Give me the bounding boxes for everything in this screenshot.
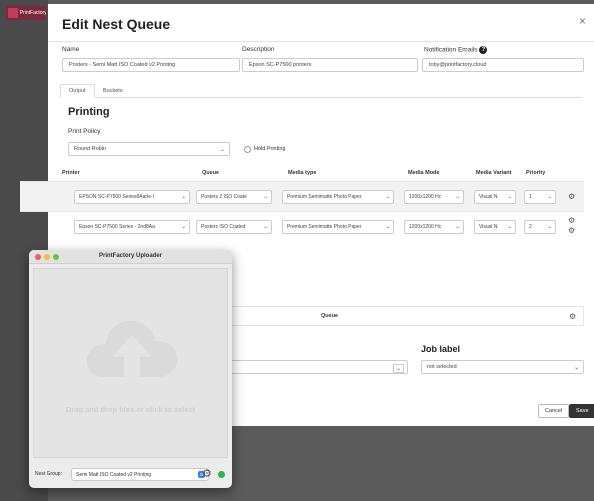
queue-value: Posters ISO Coated xyxy=(201,224,246,230)
media-mode-value: 1200x1200 Hc xyxy=(409,194,442,200)
column-header-media-mode: Media Mode xyxy=(408,170,440,176)
priority-select[interactable]: 1 ⌄ xyxy=(524,190,556,204)
file-dropzone[interactable]: Drag and drop files or click to select xyxy=(33,268,228,458)
settings-gear-icon[interactable]: ⚙ xyxy=(202,467,212,480)
printing-section-title: Printing xyxy=(68,106,110,118)
gear-icon[interactable]: ⚙ xyxy=(568,192,575,201)
chevron-down-icon: ⌄ xyxy=(455,224,460,230)
nest-group-label: Nest Group: xyxy=(35,471,62,477)
uploader-titlebar[interactable]: PrintFactory Uploader xyxy=(29,250,232,264)
print-policy-select[interactable]: Round Robin ⌄ xyxy=(68,142,230,156)
tab-bar: Output Buckets xyxy=(60,84,582,98)
queue-value: Posters 2 ISO Coate xyxy=(201,194,247,200)
tab-output[interactable]: Output xyxy=(60,84,95,98)
table-row: Epson SC-P7500 Series - 2nd8Aa ⌄ Posters … xyxy=(20,211,584,241)
gear-icon[interactable]: ⚙ xyxy=(569,312,576,321)
chevron-down-icon: ⌄ xyxy=(385,224,390,230)
cancel-button[interactable]: Cancel xyxy=(538,404,570,418)
printers-table: Printer Queue Media type Media Mode Medi… xyxy=(20,166,584,244)
uploader-window: PrintFactory Uploader Drag and drop file… xyxy=(29,250,232,488)
media-variant-select[interactable]: Visual N ⌄ xyxy=(474,220,516,234)
chevron-down-icon: ⌄ xyxy=(507,194,512,200)
uploader-title: PrintFactory Uploader xyxy=(98,253,162,259)
chevron-down-icon: ⌄ xyxy=(455,194,460,200)
hold-printing-checkbox[interactable] xyxy=(244,146,251,153)
drop-instructions: Drag and drop files or click to select xyxy=(65,405,196,414)
column-header-media-variant: Media Variant xyxy=(476,170,512,176)
media-type-select[interactable]: Premium Semimatte Photo Paper ⌄ xyxy=(282,190,394,204)
uploader-footer: Nest Group: Semi Matt ISO Coated v2 Prin… xyxy=(29,462,232,488)
app-logo-text: PrintFactory xyxy=(19,10,46,16)
buckets-table: Queue ⚙ xyxy=(228,306,584,326)
name-label: Name xyxy=(62,46,80,53)
chevron-down-icon: ⌄ xyxy=(547,194,552,200)
dialog-header: Edit Nest Queue × xyxy=(48,4,594,42)
printfactory-logo-icon xyxy=(8,8,18,18)
priority-value: 2 xyxy=(529,224,532,230)
table-row: EPSON SC-P7500 Series8Aarle-I ⌄ Posters 2… xyxy=(20,181,584,211)
printer-select[interactable]: Epson SC-P7500 Series - 2nd8Aa ⌄ xyxy=(74,220,190,234)
hold-printing-label: Hold Printing xyxy=(254,146,286,152)
nest-group-select[interactable]: Semi Matt ISO Coated v2 Printing ⇅ xyxy=(71,468,209,481)
chevron-down-icon: ⌄ xyxy=(547,224,552,230)
chevron-down-icon: ⌄ xyxy=(263,194,268,200)
gear-icon[interactable]: ⚙ xyxy=(568,216,575,225)
queue-select[interactable]: Posters 2 ISO Coate ⌄ xyxy=(196,190,272,204)
chevron-down-icon: ⌄ xyxy=(181,194,186,200)
column-header-queue: Queue xyxy=(202,170,220,176)
media-variant-value: Visual N xyxy=(479,224,498,230)
app-logo[interactable]: PrintFactory xyxy=(6,6,46,20)
nest-group-value: Semi Matt ISO Coated v2 Printing xyxy=(76,472,152,478)
print-policy-value: Round Robin xyxy=(74,146,107,152)
media-mode-select[interactable]: 1200x1200 Hc ⌄ xyxy=(404,190,464,204)
printer-value: EPSON SC-P7500 Series8Aarle-I xyxy=(79,194,155,200)
media-mode-select[interactable]: 1200x1200 Hc ⌄ xyxy=(404,220,464,234)
queue-select[interactable]: Posters ISO Coated ⌄ xyxy=(196,220,272,234)
column-header-priority: Priority xyxy=(526,170,546,176)
gear-icon[interactable]: ⚙ xyxy=(568,226,575,235)
notification-emails-label: Notification Emails? xyxy=(424,46,488,54)
notification-emails-input[interactable]: toby@printfactory.cloud xyxy=(422,58,584,72)
chevron-down-icon: ⌄ xyxy=(181,224,186,230)
chevron-down-icon: ⌄ xyxy=(507,224,512,230)
job-label-title: Job label xyxy=(421,344,461,354)
priority-value: 1 xyxy=(529,194,532,200)
media-variant-select[interactable]: Visual N ⌄ xyxy=(474,190,516,204)
media-mode-value: 1200x1200 Hc xyxy=(409,224,442,230)
description-input[interactable]: Epson SC-P7500 printers xyxy=(242,58,418,72)
description-label: Description xyxy=(242,46,275,53)
chevron-down-icon: ⌄ xyxy=(385,194,390,200)
column-header-printer: Printer xyxy=(62,170,80,176)
close-button[interactable]: × xyxy=(579,14,586,28)
chevron-down-icon: ⌄ xyxy=(573,365,579,371)
column-header-media-type: Media type xyxy=(288,170,317,176)
chevron-down-icon: ⌄ xyxy=(219,147,225,153)
job-label-select[interactable]: not selected ⌄ xyxy=(421,360,584,374)
media-type-value: Premium Semimatte Photo Paper xyxy=(287,194,362,200)
help-icon[interactable]: ? xyxy=(479,46,488,54)
save-button[interactable]: Save xyxy=(569,404,594,418)
hidden-filter-select[interactable]: ⌄ xyxy=(228,360,408,374)
printer-select[interactable]: EPSON SC-P7500 Series8Aarle-I ⌄ xyxy=(74,190,190,204)
media-type-value: Premium Semimatte Photo Paper xyxy=(287,224,362,230)
cloud-upload-icon xyxy=(86,320,178,377)
chevron-down-icon: ⌄ xyxy=(263,224,268,230)
job-label-value: not selected xyxy=(427,364,457,370)
printer-value: Epson SC-P7500 Series - 2nd8Aa xyxy=(79,224,155,230)
status-online-indicator xyxy=(218,471,225,478)
dialog-title: Edit Nest Queue xyxy=(62,16,171,32)
name-input[interactable]: Posters - Semi Matt ISO Coated v2 Printi… xyxy=(62,58,240,72)
media-type-select[interactable]: Premium Semimatte Photo Paper ⌄ xyxy=(282,220,394,234)
print-policy-label: Print Policy xyxy=(68,128,101,135)
notification-emails-label-text: Notification Emails xyxy=(424,46,478,54)
priority-select[interactable]: 2 ⌄ xyxy=(524,220,556,234)
chevron-down-icon: ⌄ xyxy=(392,364,404,373)
tab-buckets[interactable]: Buckets xyxy=(94,84,132,98)
media-variant-value: Visual N xyxy=(479,194,498,200)
column-header-queue: Queue xyxy=(321,313,339,319)
